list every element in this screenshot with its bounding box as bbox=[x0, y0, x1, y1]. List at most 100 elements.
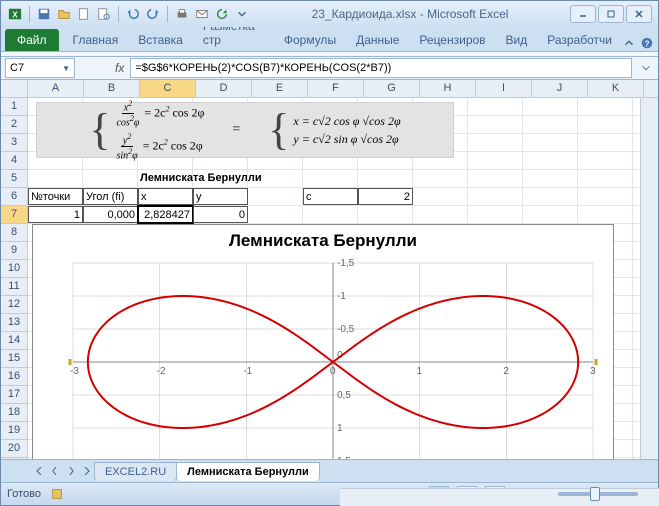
row-header-19[interactable]: 19 bbox=[1, 422, 27, 440]
cell-I2[interactable] bbox=[468, 116, 523, 133]
maximize-button[interactable] bbox=[598, 5, 624, 23]
print-icon[interactable] bbox=[174, 6, 190, 22]
name-box[interactable]: C7 ▼ bbox=[5, 58, 75, 78]
column-header-H[interactable]: H bbox=[420, 80, 476, 97]
sheet-nav-last[interactable] bbox=[79, 463, 95, 479]
cell-J2[interactable] bbox=[523, 116, 578, 133]
column-header-D[interactable]: D bbox=[196, 80, 252, 97]
cell-I1[interactable] bbox=[468, 98, 523, 115]
qat-more-icon[interactable] bbox=[234, 6, 250, 22]
row-header-16[interactable]: 16 bbox=[1, 368, 27, 386]
chart-object[interactable]: Лемниската Бернулли -3-2-101231,510,5-0,… bbox=[32, 224, 614, 459]
minimize-button[interactable] bbox=[570, 5, 596, 23]
formula-expand-icon[interactable] bbox=[638, 60, 654, 76]
sheet-nav-prev[interactable] bbox=[47, 463, 63, 479]
cell-K2[interactable] bbox=[578, 116, 633, 133]
cell-E5[interactable] bbox=[248, 170, 303, 187]
row-header-20[interactable]: 20 bbox=[1, 440, 27, 458]
cell-K6[interactable] bbox=[578, 188, 633, 205]
cells-area[interactable]: Лемниската Бернулли№точкиУгол (fi)xyc210… bbox=[28, 98, 658, 459]
cell-H7[interactable] bbox=[413, 206, 468, 223]
column-header-F[interactable]: F bbox=[308, 80, 364, 97]
row-header-1[interactable]: 1 bbox=[1, 98, 27, 116]
row-header-4[interactable]: 4 bbox=[1, 152, 27, 170]
row-header-18[interactable]: 18 bbox=[1, 404, 27, 422]
email-icon[interactable] bbox=[194, 6, 210, 22]
cell-D5[interactable] bbox=[193, 170, 248, 187]
column-header-G[interactable]: G bbox=[364, 80, 420, 97]
close-button[interactable] bbox=[626, 5, 652, 23]
cell-B7[interactable]: 0,000 bbox=[83, 206, 138, 223]
cell-J6[interactable] bbox=[523, 188, 578, 205]
row-header-12[interactable]: 12 bbox=[1, 296, 27, 314]
tab-view[interactable]: Вид bbox=[496, 29, 538, 51]
cell-J4[interactable] bbox=[523, 152, 578, 169]
row-header-8[interactable]: 8 bbox=[1, 224, 27, 242]
cell-H5[interactable] bbox=[413, 170, 468, 187]
cell-A6[interactable]: №точки bbox=[28, 188, 83, 205]
row-header-5[interactable]: 5 bbox=[1, 170, 27, 188]
cell-H6[interactable] bbox=[413, 188, 468, 205]
cell-F5[interactable] bbox=[303, 170, 358, 187]
new-icon[interactable] bbox=[76, 6, 92, 22]
cell-I3[interactable] bbox=[468, 134, 523, 151]
ribbon-minimize-icon[interactable] bbox=[622, 35, 636, 51]
open-icon[interactable] bbox=[56, 6, 72, 22]
column-header-E[interactable]: E bbox=[252, 80, 308, 97]
zoom-thumb[interactable] bbox=[590, 487, 600, 501]
file-tab[interactable]: Файл bbox=[5, 29, 59, 51]
cell-F6[interactable]: c bbox=[303, 188, 358, 205]
cell-J1[interactable] bbox=[523, 98, 578, 115]
horizontal-scrollbar[interactable] bbox=[340, 488, 659, 506]
insert-function-button[interactable]: fx bbox=[115, 61, 124, 75]
help-icon[interactable]: ? bbox=[640, 35, 654, 51]
row-header-10[interactable]: 10 bbox=[1, 260, 27, 278]
cell-D7[interactable]: 0 bbox=[193, 206, 248, 223]
column-header-B[interactable]: B bbox=[84, 80, 140, 97]
cell-I4[interactable] bbox=[468, 152, 523, 169]
cell-A7[interactable]: 1 bbox=[28, 206, 83, 223]
cell-A5[interactable] bbox=[28, 170, 83, 187]
column-header-J[interactable]: J bbox=[532, 80, 588, 97]
cell-K5[interactable] bbox=[578, 170, 633, 187]
sheet-nav-next[interactable] bbox=[63, 463, 79, 479]
redo-icon[interactable] bbox=[145, 6, 161, 22]
row-header-17[interactable]: 17 bbox=[1, 386, 27, 404]
macro-record-icon[interactable] bbox=[49, 486, 65, 502]
excel-icon[interactable]: X bbox=[7, 6, 23, 22]
cell-I6[interactable] bbox=[468, 188, 523, 205]
column-header-C[interactable]: C bbox=[140, 80, 196, 97]
row-header-9[interactable]: 9 bbox=[1, 242, 27, 260]
column-header-I[interactable]: I bbox=[476, 80, 532, 97]
tab-developer[interactable]: Разработчи bbox=[537, 29, 622, 51]
save-icon[interactable] bbox=[36, 6, 52, 22]
cell-J3[interactable] bbox=[523, 134, 578, 151]
cell-J7[interactable] bbox=[523, 206, 578, 223]
tab-home[interactable]: Главная bbox=[63, 29, 129, 51]
preview-icon[interactable] bbox=[96, 6, 112, 22]
cell-G6[interactable]: 2 bbox=[358, 188, 413, 205]
refresh-icon[interactable] bbox=[214, 6, 230, 22]
undo-icon[interactable] bbox=[125, 6, 141, 22]
sheet-tab-lemniscate[interactable]: Лемниската Бернулли bbox=[176, 462, 320, 481]
cell-K1[interactable] bbox=[578, 98, 633, 115]
column-header-A[interactable]: A bbox=[28, 80, 84, 97]
cell-B5[interactable] bbox=[83, 170, 138, 187]
row-header-13[interactable]: 13 bbox=[1, 314, 27, 332]
row-header-7[interactable]: 7 bbox=[1, 206, 27, 224]
tab-review[interactable]: Рецензиров bbox=[409, 29, 495, 51]
row-header-15[interactable]: 15 bbox=[1, 350, 27, 368]
cell-C6[interactable]: x bbox=[138, 188, 193, 205]
sheet-tab-excel2ru[interactable]: EXCEL2.RU bbox=[94, 462, 177, 481]
cell-J5[interactable] bbox=[523, 170, 578, 187]
cell-B6[interactable]: Угол (fi) bbox=[83, 188, 138, 205]
cell-I5[interactable] bbox=[468, 170, 523, 187]
sheet-nav-first[interactable] bbox=[31, 463, 47, 479]
row-header-11[interactable]: 11 bbox=[1, 278, 27, 296]
row-header-21[interactable]: 21 bbox=[1, 458, 27, 459]
row-header-2[interactable]: 2 bbox=[1, 116, 27, 134]
row-header-14[interactable]: 14 bbox=[1, 332, 27, 350]
cell-G5[interactable] bbox=[358, 170, 413, 187]
cell-F7[interactable] bbox=[303, 206, 358, 223]
cell-D6[interactable]: y bbox=[193, 188, 248, 205]
